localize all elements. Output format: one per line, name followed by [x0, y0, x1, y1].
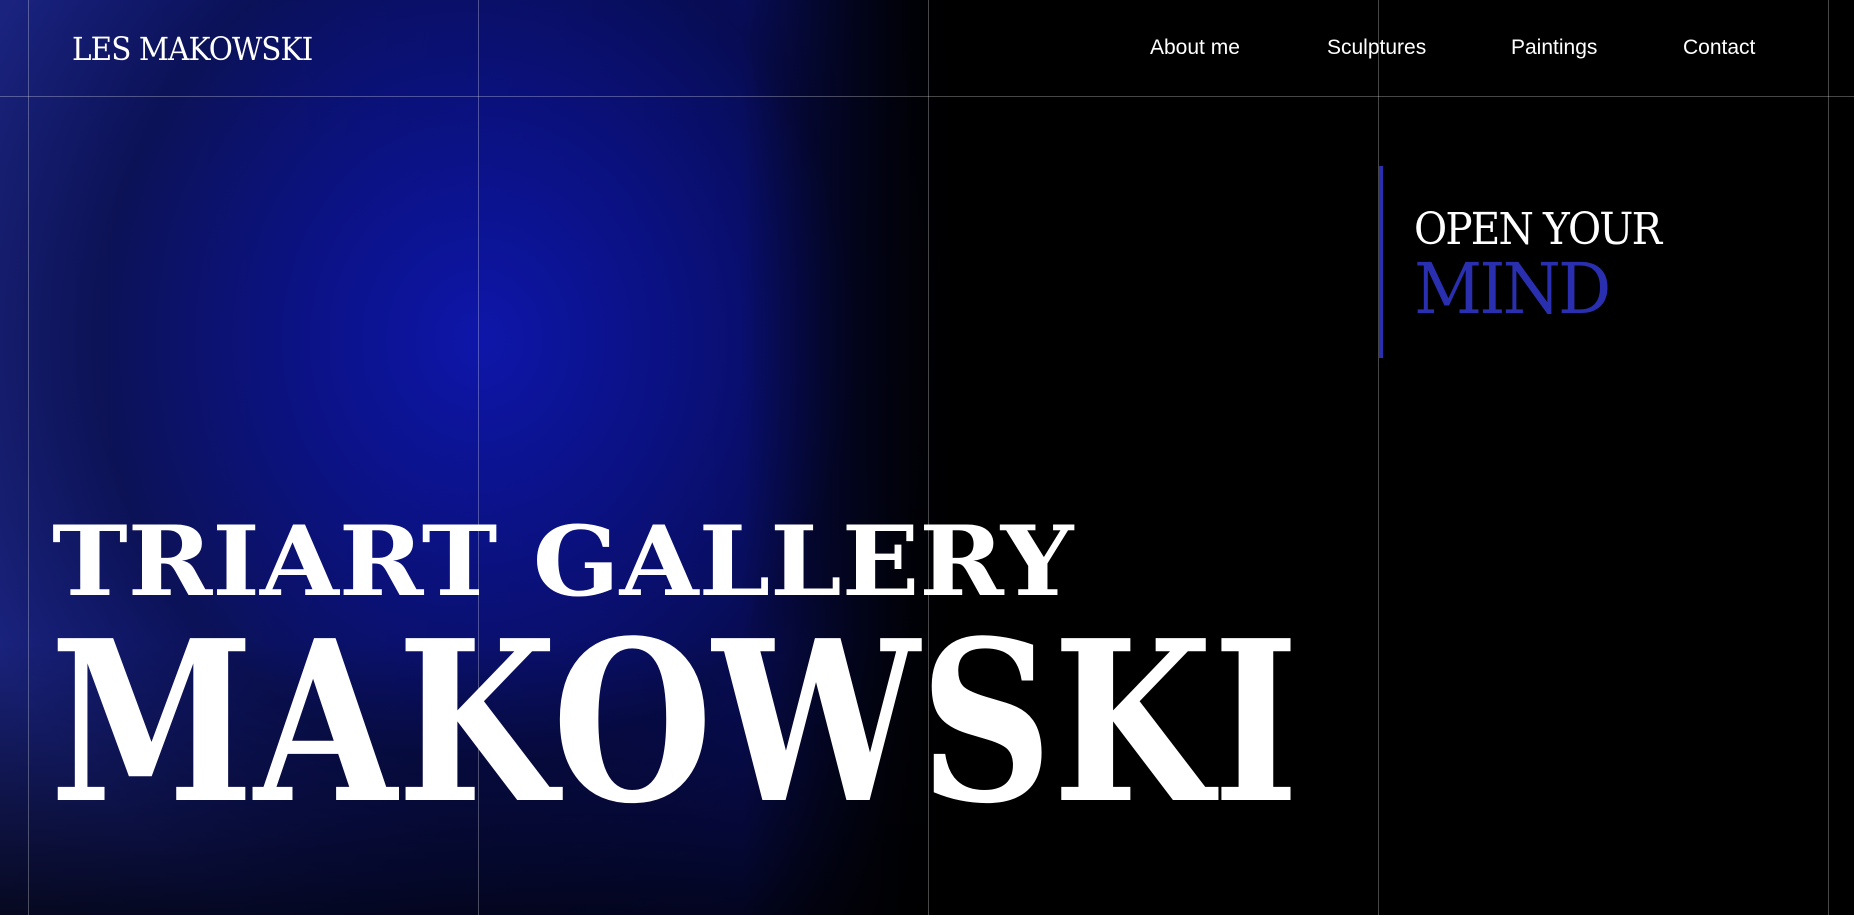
nav-sculptures[interactable]: Sculptures: [1327, 36, 1426, 60]
nav-contact[interactable]: Contact: [1683, 36, 1755, 60]
grid-line: [1828, 0, 1829, 915]
nav-paintings[interactable]: Paintings: [1511, 36, 1597, 60]
nav-about-me[interactable]: About me: [1150, 36, 1240, 60]
tagline-line2: MIND: [1414, 248, 1611, 330]
main-nav: About me Sculptures Paintings Contact: [0, 36, 1854, 66]
hero-title: MAKOWSKI: [50, 593, 1299, 853]
grid-line: [1378, 0, 1379, 915]
page: LES MAKOWSKI About me Sculptures Paintin…: [0, 0, 1854, 915]
tagline-accent-bar: [1379, 166, 1383, 358]
grid-line: [28, 0, 29, 915]
header-divider: [0, 96, 1854, 97]
